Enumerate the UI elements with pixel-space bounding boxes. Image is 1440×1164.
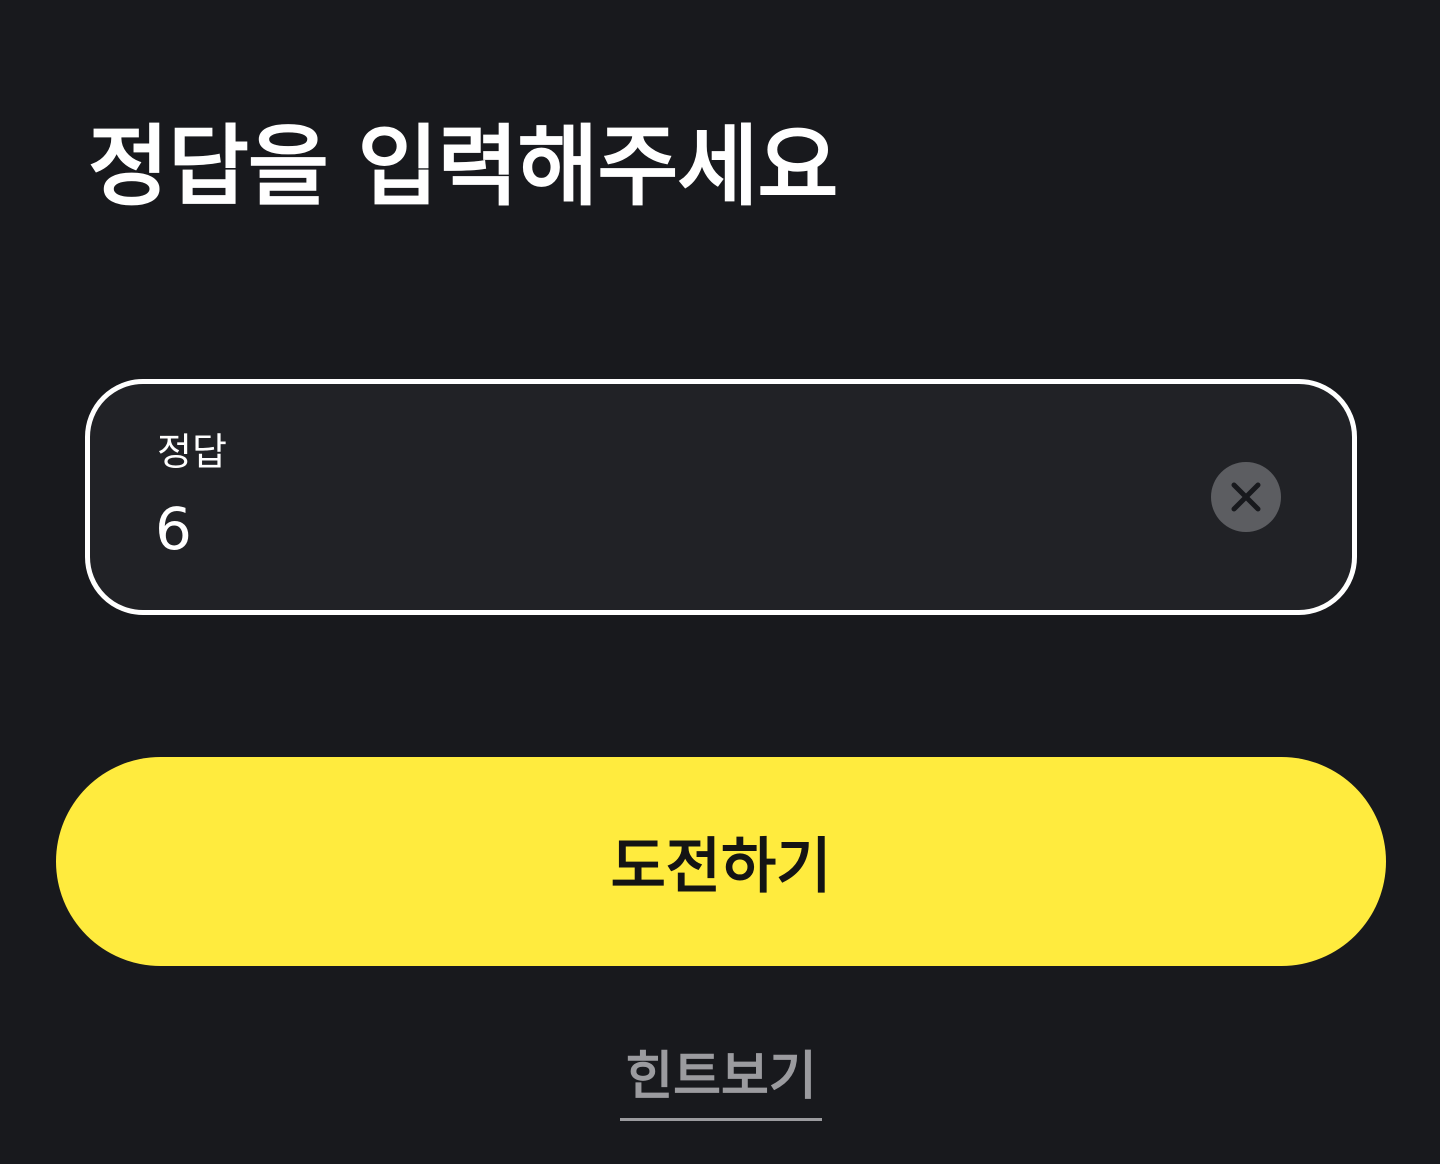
answer-field[interactable]: 정답 [85,379,1357,615]
page-title: 정답을 입력해주세요 [88,115,838,218]
submit-button[interactable]: 도전하기 [56,757,1386,966]
close-icon [1231,482,1261,512]
answer-field-label: 정답 [157,430,227,474]
hint-link[interactable]: 힌트보기 [620,1044,822,1121]
answer-input[interactable] [155,494,1155,564]
clear-input-button[interactable] [1211,462,1281,532]
